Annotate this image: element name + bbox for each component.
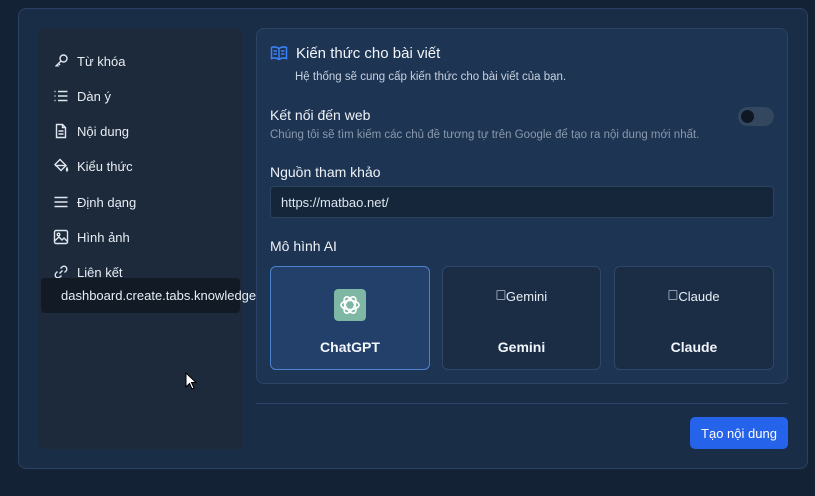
broken-image-claude: Claude [668,289,720,304]
reference-label: Nguồn tham khảo [270,164,381,180]
model-name: ChatGPT [320,339,380,355]
image-alt-text: Claude [678,289,720,304]
document-icon [55,123,67,139]
menu-lines-icon [54,196,68,208]
section-title: Kiến thức cho bài viết [270,44,440,62]
section-title-text: Kiến thức cho bài viết [296,44,441,62]
ai-model-label: Mô hình AI [270,238,337,254]
list-icon [54,90,68,102]
generate-content-button[interactable]: Tạo nội dung [690,417,788,449]
broken-image-gemini: Gemini [495,289,548,304]
book-open-icon [270,46,288,61]
sidebar: Từ khóa Dàn ý Nội dung Kiểu thức Định dạ… [38,28,256,449]
sidebar-item-label: dashboard.create.tabs.knowledge [61,288,257,303]
web-connect-hint: Chúng tôi sẽ tìm kiếm các chủ đề tương t… [270,129,700,141]
sidebar-item-format[interactable]: Định dạng [38,186,243,218]
image-alt-text: Gemini [505,289,548,304]
mouse-cursor-icon [185,372,197,390]
model-option-gemini[interactable]: Gemini Gemini [442,266,601,370]
sidebar-item-keyword[interactable]: Từ khóa [38,45,243,77]
model-option-claude[interactable]: Claude Claude [614,266,774,370]
paint-bucket-icon [54,158,69,172]
model-option-chatgpt[interactable]: ChatGPT [270,266,430,370]
reference-url-input[interactable] [270,186,774,218]
web-connect-toggle[interactable] [738,107,774,126]
model-name: Claude [670,339,718,355]
sidebar-item-content[interactable]: Nội dung [38,115,243,147]
broken-image-icon [668,290,678,300]
sidebar-item-style[interactable]: Kiểu thức [38,150,243,182]
toggle-knob [741,110,754,123]
sidebar-item-label: Dàn ý [77,88,111,104]
sidebar-item-outline[interactable]: Dàn ý [38,80,243,112]
sidebar-item-knowledge[interactable]: dashboard.create.tabs.knowledge [41,278,256,313]
image-icon [53,229,69,245]
sidebar-item-label: Kiểu thức [77,158,133,174]
key-icon [55,54,68,67]
section-description: Hệ thống sẽ cung cấp kiến thức cho bài v… [295,71,567,83]
sidebar-item-label: Hình ảnh [77,229,130,245]
sidebar-item-label: Nội dung [77,123,130,139]
broken-image-icon [495,290,505,300]
chatgpt-logo-icon [334,289,366,321]
web-connect-label: Kết nối đến web [270,107,371,123]
divider [256,403,788,404]
sidebar-item-label: Định dạng [77,194,137,210]
sidebar-item-images[interactable]: Hình ảnh [38,221,243,253]
sidebar-item-label: Từ khóa [77,53,126,69]
model-name: Gemini [497,339,546,355]
